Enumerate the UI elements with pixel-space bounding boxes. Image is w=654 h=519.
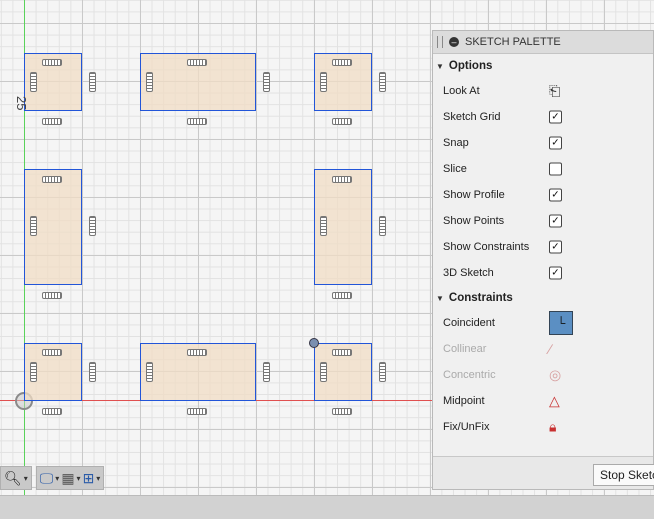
vertical-constraint-icon[interactable] (30, 72, 37, 92)
3d-sketch-checkbox[interactable]: ✓ (549, 266, 562, 280)
option-label: 3D Sketch (443, 267, 494, 279)
stop-sketch-button[interactable]: Stop Sketch (593, 464, 654, 486)
vertical-constraint-icon[interactable] (379, 72, 386, 92)
horizontal-constraint-icon[interactable] (42, 118, 62, 125)
constraint-label: Fix/UnFix (443, 421, 490, 433)
horizontal-constraint-icon[interactable] (332, 176, 352, 183)
option-label: Show Constraints (443, 241, 530, 253)
option-label: Show Points (443, 215, 505, 227)
constraint-fix-unfix[interactable]: Fix/UnFix 🔒︎ (433, 414, 653, 440)
option-show-profile[interactable]: Show Profile ✓ (433, 182, 653, 208)
options-header-label: Options (448, 60, 493, 72)
horizontal-constraint-icon[interactable] (332, 59, 352, 66)
horizontal-constraint-icon[interactable] (42, 349, 62, 356)
option-slice[interactable]: Slice (433, 156, 653, 182)
view-tools-group: 🖵︎ ▾ ▦ ▾ ⊞ ▾ (35, 466, 105, 490)
option-look-at[interactable]: Look At ⎗ (433, 78, 653, 104)
grid-settings-icon[interactable]: ▦ (61, 470, 74, 487)
option-label: Sketch Grid (443, 111, 501, 123)
show-points-checkbox[interactable]: ✓ (549, 214, 562, 228)
constraints-header-label: Constraints (448, 292, 513, 304)
vertical-constraint-icon[interactable] (379, 362, 386, 382)
vertical-constraint-icon[interactable] (30, 362, 37, 382)
midpoint-icon[interactable]: △ (549, 393, 560, 410)
palette-header[interactable]: – SKETCH PALETTE (433, 31, 653, 54)
viewports-icon[interactable]: ⊞ (83, 470, 95, 487)
palette-footer: Stop Sketch (433, 456, 654, 489)
horizontal-constraint-icon[interactable] (42, 292, 62, 299)
chevron-down-icon[interactable]: ▾ (24, 474, 28, 483)
sketch-grid-checkbox[interactable]: ✓ (549, 110, 562, 124)
collapse-icon[interactable]: – (449, 37, 459, 47)
horizontal-constraint-icon[interactable] (332, 118, 352, 125)
horizontal-constraint-icon[interactable] (332, 408, 352, 415)
coincident-icon[interactable]: └ (549, 311, 573, 335)
status-bar (0, 495, 654, 519)
horizontal-constraint-icon[interactable] (332, 292, 352, 299)
sketch-point[interactable] (309, 338, 319, 348)
option-show-points[interactable]: Show Points ✓ (433, 208, 653, 234)
zoom-icon[interactable]: 🔍︎ (4, 470, 22, 487)
options-section-header[interactable]: ▼ Options (433, 54, 653, 78)
zoom-group[interactable]: 🔍︎ ▾ (0, 466, 32, 490)
constraint-concentric[interactable]: Concentric ◎ (433, 362, 653, 388)
constraint-coincident[interactable]: Coincident └ (433, 310, 653, 336)
horizontal-constraint-icon[interactable] (187, 118, 207, 125)
constraint-label: Coincident (443, 317, 495, 329)
option-label: Look At (443, 85, 480, 97)
snap-checkbox[interactable]: ✓ (549, 136, 562, 150)
vertical-constraint-icon[interactable] (263, 362, 270, 382)
vertical-constraint-icon[interactable] (89, 362, 96, 382)
option-snap[interactable]: Snap ✓ (433, 130, 653, 156)
vertical-constraint-icon[interactable] (263, 72, 270, 92)
option-label: Show Profile (443, 189, 505, 201)
horizontal-constraint-icon[interactable] (187, 59, 207, 66)
triangle-down-icon: ▼ (436, 61, 444, 71)
show-constraints-checkbox[interactable]: ✓ (549, 240, 562, 254)
horizontal-constraint-icon[interactable] (187, 349, 207, 356)
drag-handle-icon[interactable] (437, 36, 443, 48)
look-at-icon[interactable]: ⎗ (549, 83, 560, 100)
palette-title: SKETCH PALETTE (465, 36, 561, 48)
constraint-label: Collinear (443, 343, 487, 355)
display-settings-icon[interactable]: 🖵︎ (40, 470, 54, 487)
constraint-collinear[interactable]: Collinear ∕ (433, 336, 653, 362)
lock-icon[interactable]: 🔒︎ (549, 419, 556, 436)
option-sketch-grid[interactable]: Sketch Grid ✓ (433, 104, 653, 130)
slice-checkbox[interactable] (549, 162, 562, 176)
constraint-midpoint[interactable]: Midpoint △ (433, 388, 653, 414)
constraint-label: Midpoint (443, 395, 485, 407)
option-show-constraints[interactable]: Show Constraints ✓ (433, 234, 653, 260)
navigation-toolbar: 🔍︎ ▾ 🖵︎ ▾ ▦ ▾ ⊞ ▾ (0, 466, 105, 490)
horizontal-constraint-icon[interactable] (332, 349, 352, 356)
horizontal-constraint-icon[interactable] (42, 59, 62, 66)
option-label: Slice (443, 163, 467, 175)
option-3d-sketch[interactable]: 3D Sketch ✓ (433, 260, 653, 286)
vertical-constraint-icon[interactable] (89, 216, 96, 236)
vertical-constraint-icon[interactable] (146, 72, 153, 92)
vertical-constraint-icon[interactable] (379, 216, 386, 236)
chevron-down-icon[interactable]: ▾ (77, 474, 81, 483)
show-profile-checkbox[interactable]: ✓ (549, 188, 562, 202)
vertical-constraint-icon[interactable] (89, 72, 96, 92)
chevron-down-icon[interactable]: ▾ (55, 474, 59, 483)
constraints-section-header[interactable]: ▼ Constraints (433, 286, 653, 310)
constraint-label: Concentric (443, 369, 496, 381)
option-label: Snap (443, 137, 469, 149)
horizontal-constraint-icon[interactable] (42, 408, 62, 415)
vertical-constraint-icon[interactable] (320, 72, 327, 92)
horizontal-constraint-icon[interactable] (42, 176, 62, 183)
vertical-constraint-icon[interactable] (146, 362, 153, 382)
sketch-palette: – SKETCH PALETTE ▼ Options Look At ⎗ Ske… (432, 30, 654, 490)
vertical-constraint-icon[interactable] (320, 362, 327, 382)
triangle-down-icon: ▼ (436, 293, 444, 303)
vertical-constraint-icon[interactable] (320, 216, 327, 236)
collinear-icon[interactable]: ∕ (549, 341, 551, 357)
chevron-down-icon[interactable]: ▾ (96, 474, 100, 483)
dimension-label[interactable]: 25 (14, 96, 29, 110)
concentric-icon[interactable]: ◎ (549, 367, 561, 384)
horizontal-constraint-icon[interactable] (187, 408, 207, 415)
vertical-constraint-icon[interactable] (30, 216, 37, 236)
